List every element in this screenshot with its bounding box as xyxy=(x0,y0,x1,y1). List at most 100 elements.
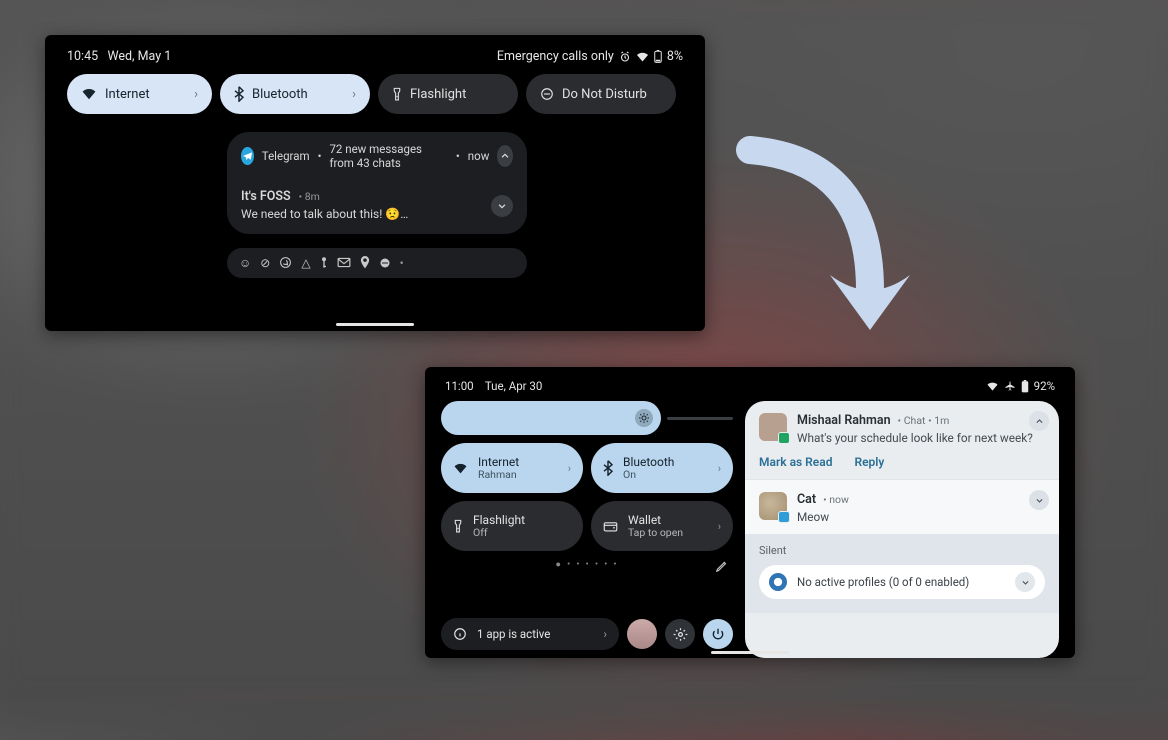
wifi-icon xyxy=(453,462,468,475)
quick-settings-chips: Internet › Bluetooth › Flashlight Do Not… xyxy=(67,74,683,114)
notification-group[interactable]: Telegram • 72 new messages from 43 chats… xyxy=(227,132,527,234)
brightness-track xyxy=(667,417,733,420)
key-icon xyxy=(320,256,328,269)
battery-percent: 8% xyxy=(667,49,683,64)
chip-bluetooth[interactable]: Bluetooth › xyxy=(220,74,370,114)
silent-section: Silent No active profiles (0 of 0 enable… xyxy=(745,534,1059,613)
wifi-status-icon xyxy=(636,51,649,63)
status-network: Emergency calls only xyxy=(497,49,614,64)
tile-internet[interactable]: Internet Rahman › xyxy=(441,443,583,493)
sep: • xyxy=(318,149,322,163)
user-avatar[interactable] xyxy=(627,619,657,649)
chevron-right-icon: › xyxy=(352,87,356,102)
more-dot: • xyxy=(400,256,404,270)
power-button[interactable] xyxy=(703,619,733,649)
chip-flashlight[interactable]: Flashlight xyxy=(378,74,518,114)
active-apps-label: 1 app is active xyxy=(477,627,550,641)
notification-time: • 8m xyxy=(299,190,320,203)
reply-button[interactable]: Reply xyxy=(854,455,884,469)
gmail-icon xyxy=(337,257,351,268)
status-left: 10:45 Wed, May 1 xyxy=(67,49,171,64)
brightness-icon xyxy=(635,409,653,427)
profile-icon xyxy=(769,573,787,591)
active-apps-pill[interactable]: 1 app is active › xyxy=(441,618,619,650)
notification-item[interactable]: It's FOSS • 8m We need to talk about thi… xyxy=(241,188,513,224)
expand-down-icon[interactable] xyxy=(1029,490,1049,510)
notification-actions: Mark as Read Reply xyxy=(759,455,1045,469)
nav-handle[interactable] xyxy=(711,651,789,654)
expand-down-icon[interactable] xyxy=(1015,572,1035,592)
tile-label: Flashlight xyxy=(473,513,525,527)
notification-body: It's FOSS • 8m We need to talk about thi… xyxy=(241,188,408,224)
chip-dnd[interactable]: Do Not Disturb xyxy=(526,74,676,114)
quick-settings-panel-old: 10:45 Wed, May 1 Emergency calls only 8%… xyxy=(45,35,705,331)
chip-internet[interactable]: Internet › xyxy=(67,74,212,114)
notification-icon-row[interactable]: ☺ ⊘ △ • xyxy=(227,248,527,278)
tile-label: Bluetooth xyxy=(623,455,674,469)
silent-label: Silent xyxy=(759,544,1045,557)
settings-button[interactable] xyxy=(665,619,695,649)
bottom-row: 1 app is active › xyxy=(441,618,733,658)
avatar xyxy=(759,413,787,441)
profiles-text: No active profiles (0 of 0 enabled) xyxy=(797,575,969,589)
tile-bluetooth[interactable]: Bluetooth On › xyxy=(591,443,733,493)
app-icon: ☺ xyxy=(239,256,251,270)
tile-label: Wallet xyxy=(628,513,683,527)
mark-read-button[interactable]: Mark as Read xyxy=(759,455,832,469)
quick-settings-tiles: Internet Rahman › Bluetooth On › xyxy=(441,401,733,658)
wifi-status-icon xyxy=(986,381,999,392)
status-right: 92% xyxy=(986,379,1055,393)
airplane-icon xyxy=(1004,380,1016,392)
edit-icon[interactable] xyxy=(715,559,729,573)
notification-text: What's your schedule look like for next … xyxy=(797,431,1033,445)
notification-item[interactable]: Mishaal Rahman • Chat • 1m What's your s… xyxy=(745,401,1059,479)
notification-meta: • now xyxy=(823,493,849,506)
transition-arrow xyxy=(720,130,920,370)
group-summary: 72 new messages from 43 chats xyxy=(329,142,447,170)
status-left: 11:00 Tue, Apr 30 xyxy=(445,379,542,393)
app-icon: ⊘ xyxy=(260,256,270,270)
chip-label: Bluetooth xyxy=(252,87,308,102)
dnd-icon xyxy=(540,87,554,101)
battery-icon xyxy=(654,50,662,63)
alarm-icon xyxy=(619,51,631,63)
chip-label: Internet xyxy=(105,87,150,102)
telegram-icon xyxy=(241,147,254,165)
status-date: Wed, May 1 xyxy=(107,49,171,64)
chevron-right-icon: › xyxy=(718,462,721,475)
flashlight-icon xyxy=(453,519,463,534)
bluetooth-icon xyxy=(234,86,244,102)
sep: • xyxy=(456,149,460,163)
status-date: Tue, Apr 30 xyxy=(485,379,543,393)
tile-wallet[interactable]: Wallet Tap to open › xyxy=(591,501,733,551)
location-icon xyxy=(360,256,370,269)
chat-badge-icon xyxy=(778,511,790,523)
expand-down-icon[interactable] xyxy=(491,195,513,217)
dnd-mini-icon xyxy=(379,257,391,269)
info-icon xyxy=(453,627,467,641)
collapse-up-icon[interactable] xyxy=(1029,411,1049,431)
notification-shade: Mishaal Rahman • Chat • 1m What's your s… xyxy=(745,401,1059,658)
page-indicator: ● • • • • • • xyxy=(441,559,733,570)
wallet-icon xyxy=(603,520,618,533)
chip-label: Flashlight xyxy=(410,87,466,102)
tile-sub: Rahman xyxy=(478,469,519,482)
tile-sub: On xyxy=(623,469,674,482)
notification-group-header: Telegram • 72 new messages from 43 chats… xyxy=(241,142,513,170)
quick-settings-panel-new: 11:00 Tue, Apr 30 92% xyxy=(425,367,1075,658)
battery-icon xyxy=(1021,380,1029,393)
brightness-slider[interactable] xyxy=(441,401,733,435)
brightness-fill xyxy=(441,401,661,435)
tile-sub: Off xyxy=(473,527,525,540)
collapse-up-icon[interactable] xyxy=(497,145,513,167)
tile-flashlight[interactable]: Flashlight Off xyxy=(441,501,583,551)
notification-item[interactable]: Cat • now Meow xyxy=(745,479,1059,534)
chip-label: Do Not Disturb xyxy=(562,87,647,102)
bluetooth-icon xyxy=(603,460,613,476)
nav-handle[interactable] xyxy=(336,323,414,326)
warning-icon: △ xyxy=(301,256,310,270)
profiles-item[interactable]: No active profiles (0 of 0 enabled) xyxy=(759,565,1045,599)
avatar xyxy=(759,492,787,520)
chevron-right-icon: › xyxy=(604,627,607,641)
status-bar: 10:45 Wed, May 1 Emergency calls only 8% xyxy=(67,47,683,74)
